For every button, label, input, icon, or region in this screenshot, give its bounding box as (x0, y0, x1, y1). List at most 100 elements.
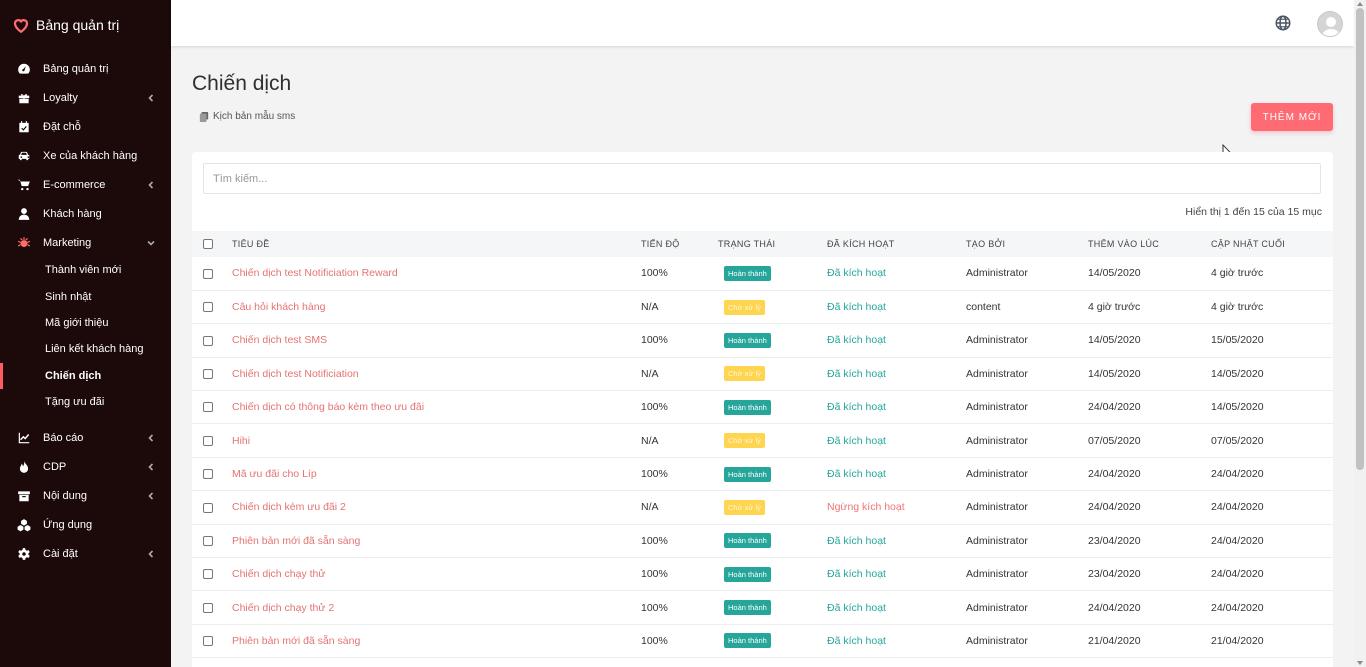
calendar-icon (16, 119, 31, 134)
campaign-title-link[interactable]: Chiến dịch chạy thử (232, 568, 325, 580)
row-checkbox-cell (192, 591, 232, 624)
row-checkbox[interactable] (203, 402, 213, 413)
avatar[interactable] (1317, 11, 1343, 37)
campaign-title-link[interactable]: Phiên bản mới đã sẵn sàng (232, 535, 360, 547)
row-checkbox[interactable] (203, 536, 213, 547)
sidebar-subitem-ma-gioi-thieu[interactable]: Mã giới thiệu (0, 310, 171, 336)
campaign-title-link[interactable]: Hihi (232, 435, 250, 447)
row-checkbox[interactable] (203, 369, 213, 380)
chart-icon (16, 430, 31, 445)
sidebar-item-cai-dat[interactable]: Cài đặt (0, 539, 171, 568)
campaign-title-link[interactable]: Chiến dịch chạy thử 2 (232, 602, 334, 614)
table-row[interactable]: Chiến dịch test Notificiation Reward 100%… (192, 257, 1333, 291)
table-row[interactable]: Phiên bản mới đã sẵn sàng 100% Hoàn thành Đ… (192, 524, 1333, 558)
status-badge: Hoàn thành (724, 533, 771, 549)
sidebar-item-xe-cua-khach-hang[interactable]: Xe của khách hàng (0, 141, 171, 170)
campaign-title-link[interactable]: Mã ưu đãi cho Líp (232, 468, 317, 480)
sidebar-item-label: Marketing (43, 236, 92, 249)
campaign-title-link[interactable]: Chiến dịch kèm ưu đãi 2 (232, 501, 346, 513)
status-badge: Chờ xử lý (724, 299, 765, 315)
table-row[interactable]: Chiến dịch test SMS 100% Hoàn thành Đã kích… (192, 324, 1333, 358)
table-row[interactable]: Hihi N/A Chờ xử lý Đã kích hoạt Administrato… (192, 424, 1333, 458)
sidebar-item-cdp[interactable]: CDP (0, 452, 171, 481)
sidebar-item-bao-cao[interactable]: Báo cáo (0, 423, 171, 452)
header-activation[interactable]: ĐÃ KÍCH HOẠT (827, 231, 966, 257)
status-badge: Hoàn thành (724, 399, 771, 415)
row-checkbox[interactable] (203, 469, 213, 480)
flame-icon (16, 459, 31, 474)
row-checkbox[interactable] (203, 569, 213, 580)
table-row[interactable]: Mã ưu đãi cho Líp 100% Hoàn thành Đã kích h… (192, 457, 1333, 491)
campaign-title-link[interactable]: Chiến dịch test Notificiation (232, 368, 359, 380)
table-row[interactable]: Chiến dịch có thông báo kèm theo ưu đãi 1… (192, 391, 1333, 424)
table-row[interactable]: Câu hỏi khách hàng N/A Chờ xử lý Đã kích ho… (192, 290, 1333, 324)
sidebar-subitem-sinh-nhat[interactable]: Sinh nhật (0, 283, 171, 309)
sidebar-item-label: Cài đặt (43, 547, 78, 560)
created-by-cell: Administrator (966, 501, 1028, 514)
chevron-left-icon (147, 93, 155, 102)
page-scrollbar[interactable] (1354, 0, 1366, 667)
row-checkbox[interactable] (203, 602, 213, 613)
header-title[interactable]: TIÊU ĐỀ (232, 231, 641, 257)
table-row[interactable]: Chiến dịch kèm ưu đãi 2 N/A Chờ xử lý Ngừng… (192, 491, 1333, 525)
cubes-icon (16, 517, 31, 532)
activation-status: Đã kích hoạt (827, 634, 886, 647)
sidebar-item-loyalty[interactable]: Loyalty (0, 83, 171, 112)
campaign-title-link[interactable]: Câu hỏi khách hàng (232, 301, 325, 313)
activation-cell: Đã kích hoạt (827, 591, 966, 624)
add-new-button[interactable]: THÊM MỚI (1251, 103, 1333, 131)
campaign-title-link[interactable]: Phiên bản mới đã sẵn sàng (232, 635, 360, 647)
status-badge: Hoàn thành (724, 265, 771, 281)
row-checkbox-cell (192, 324, 232, 357)
user-icon (16, 206, 31, 221)
scroll-thumb[interactable] (1356, 8, 1364, 470)
sidebar-subitem-lien-ket-khach-hang[interactable]: Liên kết khách hàng (0, 336, 171, 362)
campaign-title-link[interactable]: Chiến dịch test SMS (232, 334, 327, 346)
status-badge: Hoàn thành (724, 633, 771, 649)
sidebar-subitem-tang-uu-dai[interactable]: Tặng ưu đãi (0, 389, 171, 415)
sidebar-subitem-chien-dich[interactable]: Chiến dịch (0, 362, 171, 390)
sidebar-item-khach-hang[interactable]: Khách hàng (0, 199, 171, 228)
table-row[interactable]: Chiến dịch chạy thử 100% Hoàn thành Đã kích… (192, 558, 1333, 591)
scroll-up-arrow[interactable] (1357, 2, 1363, 6)
status-badge: Hoàn thành (724, 332, 771, 348)
scroll-down-arrow[interactable] (1357, 661, 1363, 665)
row-checkbox-cell (192, 491, 232, 524)
row-checkbox[interactable] (203, 268, 213, 279)
header-status[interactable]: TRẠNG THÁI (718, 231, 827, 257)
search-input[interactable] (203, 163, 1321, 194)
campaign-title-link[interactable]: Chiến dịch test Notificiation Reward (232, 267, 398, 279)
row-checkbox[interactable] (203, 636, 213, 647)
sidebar-subitem-thanh-vien-moi[interactable]: Thành viên mới (0, 257, 171, 283)
row-checkbox[interactable] (203, 502, 213, 513)
chevron-down-icon (147, 239, 155, 247)
header-added-at[interactable]: THÊM VÀO LÚC (1088, 231, 1211, 257)
sidebar-item-e-commerce[interactable]: E-commerce (0, 170, 171, 199)
brand[interactable]: Bảng quản trị (0, 0, 171, 50)
added-at-cell: 24/04/2020 (1088, 501, 1141, 514)
activation-status: Đã kích hoạt (827, 534, 886, 547)
header-updated-at[interactable]: CẬP NHẬT CUỐI (1211, 231, 1333, 257)
created-by-cell: Administrator (966, 568, 1028, 581)
campaign-title-link[interactable]: Chiến dịch có thông báo kèm theo ưu đãi (232, 401, 424, 413)
select-all-checkbox[interactable] (203, 239, 213, 250)
sidebar-item-marketing[interactable]: Marketing (0, 228, 171, 257)
sidebar-item-bang-quan-tri[interactable]: Bảng quản trị (0, 54, 171, 83)
header-progress[interactable]: TIẾN ĐỘ (641, 231, 718, 257)
row-checkbox[interactable] (203, 302, 213, 313)
header-created-by[interactable]: TẠO BỞI (966, 231, 1088, 257)
row-checkbox[interactable] (203, 435, 213, 446)
table-row[interactable]: Chiến dịch test Notificiation N/A Chờ xử l… (192, 357, 1333, 391)
globe-icon[interactable] (1274, 14, 1292, 32)
row-checkbox[interactable] (203, 335, 213, 346)
row-checkbox-cell (192, 257, 232, 290)
table-row[interactable]: Phiên bản mới đã sẵn sàng 100% Hoàn thành Đ… (192, 624, 1333, 658)
updated-at-cell: 14/05/2020 (1211, 401, 1264, 414)
progress-cell: 100% (641, 634, 668, 647)
sidebar-item-noi-dung[interactable]: Nội dung (0, 481, 171, 510)
sms-template-link[interactable]: Kịch bản mẫu sms (199, 111, 295, 122)
sidebar-item-ung-dung[interactable]: Ứng dụng (0, 510, 171, 539)
added-at-cell: 23/04/2020 (1088, 568, 1141, 581)
table-row[interactable]: Chiến dịch chạy thử 2 100% Hoàn thành Đã kí… (192, 591, 1333, 625)
sidebar-item-dat-cho[interactable]: Đặt chỗ (0, 112, 171, 141)
